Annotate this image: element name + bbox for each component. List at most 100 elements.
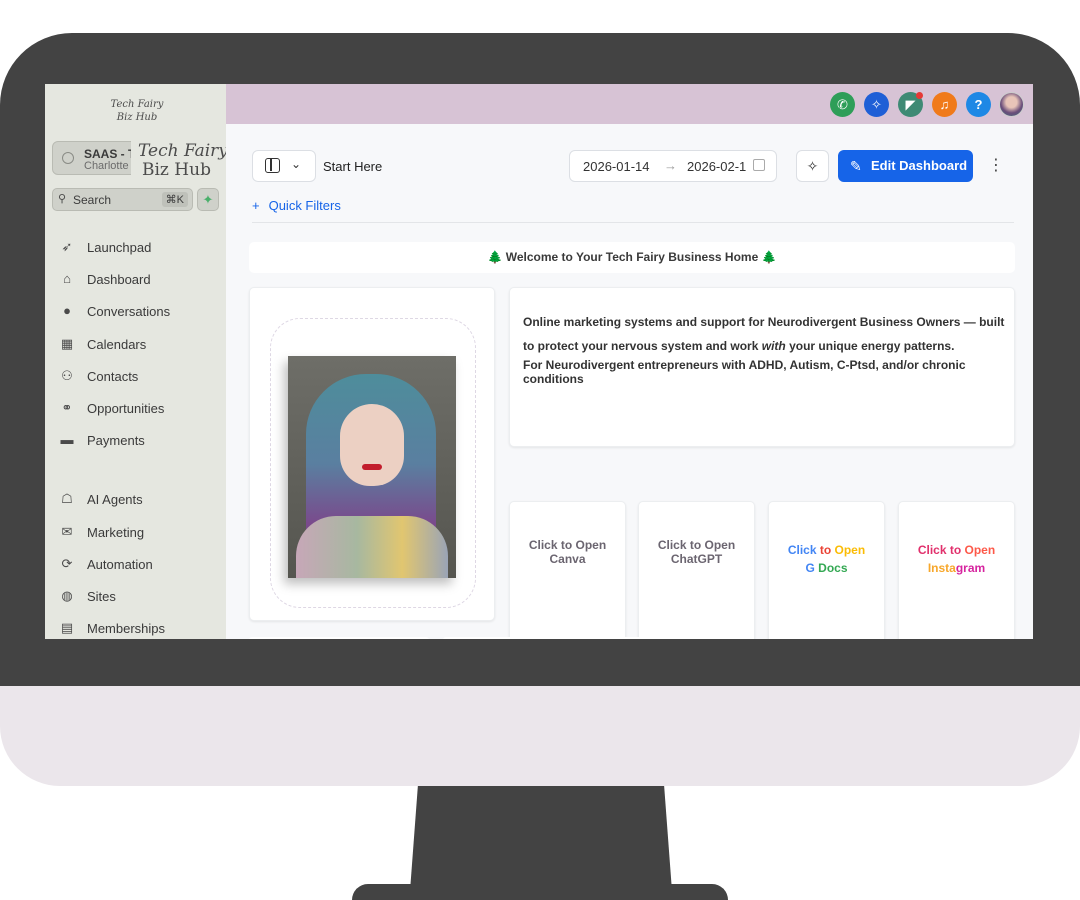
phone-icon: ✆ xyxy=(837,97,848,112)
help-button[interactable]: ? xyxy=(966,92,991,117)
monitor-base xyxy=(352,884,728,900)
search-label: Search xyxy=(73,193,112,207)
calendar-icon xyxy=(753,159,765,171)
sidebar-item-label: Conversations xyxy=(87,304,171,319)
avatar[interactable] xyxy=(999,92,1024,117)
arrow-right-icon: → xyxy=(664,158,677,173)
dashboard-name: Start Here xyxy=(323,159,383,174)
date-range-picker[interactable]: 2026-01-14 → 2026-02-1 xyxy=(569,150,777,182)
date-from: 2026-01-14 xyxy=(583,159,650,174)
divider xyxy=(252,222,1014,223)
account-name: SAAS - T xyxy=(84,147,136,161)
app-screen: Tech Fairy Biz Hub SAAS - T Charlotte Te… xyxy=(45,84,1033,639)
sparkle-icon: ✦ xyxy=(202,192,214,207)
home-icon: ⌂ xyxy=(63,271,71,286)
edit-dashboard-label: Edit Dashboard xyxy=(871,158,968,173)
instagram-link-card[interactable]: Click to Open Instagram xyxy=(898,501,1015,639)
notifications-button[interactable]: ♫ xyxy=(932,92,957,117)
id-badge-icon: ▤ xyxy=(60,620,74,635)
sidebar-item-ai-agents[interactable]: ☖ AI Agents xyxy=(59,490,219,510)
chat-icon: ● xyxy=(63,303,71,318)
monitor-chin xyxy=(0,686,1080,786)
layout-icon xyxy=(265,158,280,173)
sidebar-item-launchpad[interactable]: ➶ Launchpad xyxy=(59,238,219,258)
photo-widget xyxy=(249,287,495,621)
megaphone-icon: ◤ xyxy=(905,97,916,112)
quick-filters-label: Quick Filters xyxy=(268,198,341,213)
sidebar-item-label: Opportunities xyxy=(87,401,165,416)
app-link-line2: G Docs xyxy=(805,561,848,575)
sidebar-item-label: Contacts xyxy=(87,369,139,384)
calendar-icon: ▦ xyxy=(60,336,74,351)
plus-icon: + xyxy=(252,198,260,213)
notification-dot xyxy=(916,92,923,99)
sidebar-item-label: Dashboard xyxy=(87,272,151,287)
welcome-banner: 🌲 Welcome to Your Tech Fairy Business Ho… xyxy=(249,242,1015,273)
search-icon: ⚲ xyxy=(58,193,67,205)
quick-action-button[interactable]: ✦ xyxy=(197,188,219,211)
sidebar-item-dashboard[interactable]: ⌂ Dashboard xyxy=(59,270,219,290)
profile-photo xyxy=(288,356,456,578)
intro-widget: Online marketing systems and support for… xyxy=(509,287,1015,447)
chevron-down-icon: ⌄ xyxy=(291,157,302,171)
sidebar-item-label: Launchpad xyxy=(87,240,152,255)
quick-filters-button[interactable]: + Quick Filters xyxy=(252,198,341,213)
credit-card-icon: ▬ xyxy=(60,432,74,447)
logo-line1: Tech Fairy xyxy=(110,99,164,110)
edit-dashboard-button[interactable]: ✎ Edit Dashboard xyxy=(838,150,973,182)
logo-line2: Biz Hub xyxy=(116,112,158,123)
phone-button[interactable]: ✆ xyxy=(830,92,855,117)
main-content: ⌄ Start Here 2026-01-14 → 2026-02-1 ✧ ✎ … xyxy=(226,124,1033,639)
search-input[interactable]: ⚲ Search ⌘K xyxy=(52,188,193,211)
bell-icon: ♫ xyxy=(939,97,950,112)
sidebar-item-label: Calendars xyxy=(87,337,147,352)
logo-overlay-line2: Biz Hub xyxy=(142,160,211,180)
rocket-icon: ➶ xyxy=(61,239,73,254)
dashboard-switcher[interactable]: ⌄ xyxy=(252,150,316,182)
intro-subline: For Neurodivergent entrepreneurs with AD… xyxy=(523,358,966,386)
logo-overlay-line1: Tech Fairy xyxy=(138,141,228,161)
sidebar-item-calendars[interactable]: ▦ Calendars xyxy=(59,335,219,355)
app-link-line1: Click to Open xyxy=(917,543,996,557)
widget-peek xyxy=(249,637,429,639)
ai-assistant-button[interactable]: ✧ xyxy=(864,92,889,117)
sidebar-item-memberships[interactable]: ▤ Memberships xyxy=(59,619,219,639)
pencil-icon: ✎ xyxy=(850,158,862,174)
widget-peek xyxy=(443,637,753,639)
gdocs-link-card[interactable]: Click to Open G Docs xyxy=(768,501,885,639)
app-link-line2: Instagram xyxy=(927,561,986,575)
app-link-line1: Click to Open xyxy=(528,538,607,552)
date-to: 2026-02-1 xyxy=(687,159,747,174)
sidebar-item-marketing[interactable]: ✉ Marketing xyxy=(59,523,219,543)
kebab-icon: ⋮ xyxy=(988,157,1004,174)
app-link-line1: Click to Open xyxy=(657,538,736,552)
app-link-line1: Click to Open xyxy=(787,543,866,557)
chatgpt-link-card[interactable]: Click to Open ChatGPT xyxy=(638,501,755,639)
app-link-line2: ChatGPT xyxy=(670,552,723,566)
intro-text: Online marketing systems and support for… xyxy=(523,310,1005,386)
sidebar: Tech Fairy Biz Hub SAAS - T Charlotte Te… xyxy=(45,84,233,639)
envelope-icon: ✉ xyxy=(61,524,73,539)
sparkle-icon: ✧ xyxy=(806,158,819,174)
more-options-button[interactable]: ⋮ xyxy=(988,156,1004,176)
sparkle-icon: ✧ xyxy=(871,97,882,112)
sidebar-item-label: Marketing xyxy=(87,525,145,540)
brand-logo[interactable]: Tech Fairy Biz Hub xyxy=(105,98,169,128)
sidebar-item-sites[interactable]: ◍ Sites xyxy=(59,587,219,607)
sidebar-item-conversations[interactable]: ● Conversations xyxy=(59,302,219,322)
canva-link-card[interactable]: Click to Open Canva xyxy=(509,501,626,639)
sidebar-item-label: AI Agents xyxy=(87,492,143,507)
globe-icon: ◍ xyxy=(61,588,73,603)
sidebar-item-contacts[interactable]: ⚇ Contacts xyxy=(59,367,219,387)
search-shortcut: ⌘K xyxy=(161,192,188,207)
sidebar-item-label: Sites xyxy=(87,589,116,604)
sidebar-item-label: Automation xyxy=(87,557,153,572)
ai-widget-button[interactable]: ✧ xyxy=(796,150,829,182)
sidebar-item-automation[interactable]: ⟳ Automation xyxy=(59,555,219,575)
help-icon: ? xyxy=(974,97,983,112)
account-sub: Charlotte xyxy=(84,160,129,172)
sidebar-item-label: Memberships xyxy=(87,621,166,636)
sidebar-item-opportunities[interactable]: ⚭ Opportunities xyxy=(59,399,219,419)
intro-paragraph: Online marketing systems and support for… xyxy=(523,315,1005,353)
sidebar-item-payments[interactable]: ▬ Payments xyxy=(59,431,219,451)
